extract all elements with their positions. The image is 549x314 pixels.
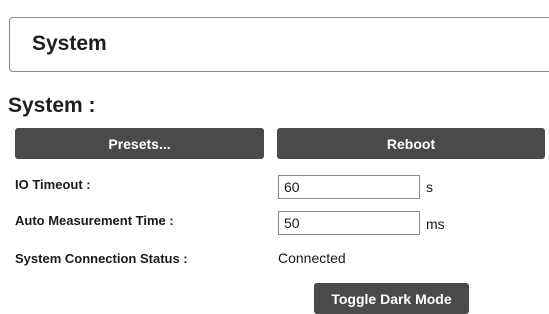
presets-button[interactable]: Presets... — [15, 128, 264, 159]
auto-measurement-time-unit: ms — [426, 216, 445, 232]
toggle-dark-mode-button[interactable]: Toggle Dark Mode — [314, 283, 469, 314]
auto-measurement-time-field[interactable] — [278, 211, 420, 235]
page-title: System — [32, 32, 107, 55]
connection-status-value: Connected — [278, 250, 346, 266]
system-page: System System : Presets... Reboot IO Tim… — [0, 0, 549, 314]
io-timeout-unit: s — [426, 179, 433, 195]
io-timeout-field[interactable] — [278, 175, 420, 199]
page-title-box: System — [9, 17, 549, 72]
section-heading: System : — [8, 94, 96, 117]
connection-status-label: System Connection Status : — [15, 251, 188, 266]
reboot-button[interactable]: Reboot — [277, 128, 545, 159]
auto-measurement-time-label: Auto Measurement Time : — [15, 213, 174, 228]
io-timeout-label: IO Timeout : — [15, 177, 91, 192]
